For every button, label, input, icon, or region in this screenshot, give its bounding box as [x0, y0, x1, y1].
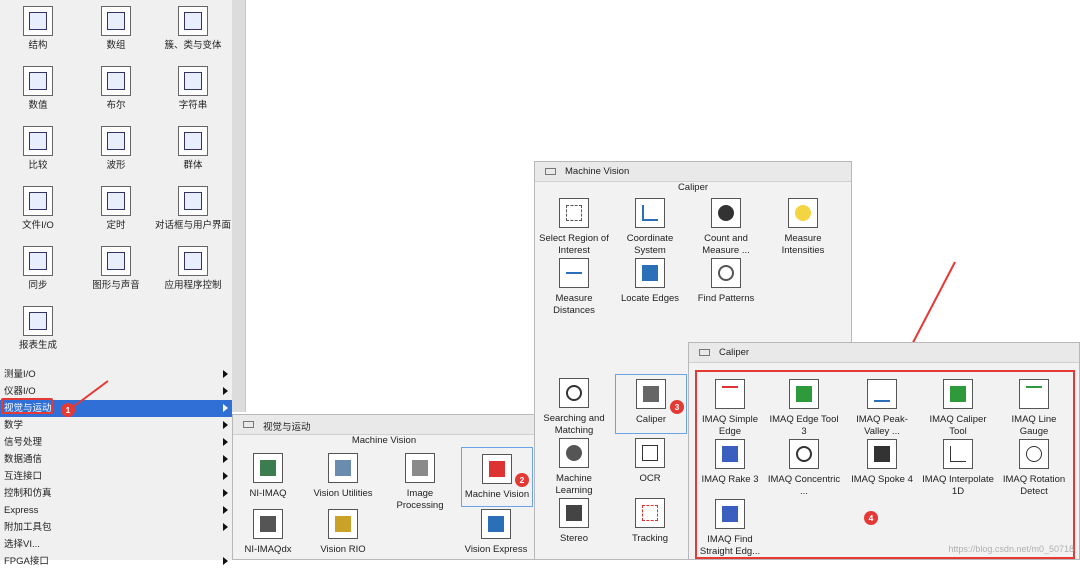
tile-searching-matching[interactable]: Searching and Matching [537, 378, 611, 437]
tile-imaq-caliper-tool[interactable]: IMAQ Caliper Tool [921, 379, 995, 438]
tile-ni-imaqdx[interactable]: NI-IMAQdx [231, 509, 305, 556]
distance-icon [559, 258, 589, 288]
interpolate-icon [943, 439, 973, 469]
watermark: https://blog.csdn.net/m0_50718 [948, 544, 1074, 554]
lightbulb-icon [788, 198, 818, 228]
step-badge: 4 [864, 511, 878, 525]
roi-icon [559, 198, 589, 228]
machine-vision-icon [482, 454, 512, 484]
vision-rio-icon [328, 509, 358, 539]
pin-icon[interactable] [545, 168, 556, 175]
vision-express-icon [481, 509, 511, 539]
camera-dx-icon [253, 509, 283, 539]
rake-icon [715, 439, 745, 469]
tile-vision-express[interactable]: Vision Express [459, 509, 533, 556]
camera-icon [253, 453, 283, 483]
panel-subtitle: Machine Vision [233, 435, 535, 446]
tile-select-roi[interactable]: Select Region of Interest [537, 198, 611, 257]
tile-imaq-interpolate[interactable]: IMAQ Interpolate 1D [921, 439, 995, 498]
step-badge: 3 [670, 400, 684, 414]
panel-title: Machine Vision [565, 166, 629, 177]
tile-imaq-line-gauge[interactable]: IMAQ Line Gauge [997, 379, 1071, 438]
panel-title: 视觉与运动 [263, 419, 311, 433]
concentric-icon [789, 439, 819, 469]
tile-tracking[interactable]: Tracking [613, 498, 687, 545]
count-measure-icon [711, 198, 741, 228]
pin-icon[interactable] [699, 349, 710, 356]
simple-edge-icon [715, 379, 745, 409]
pattern-icon [711, 258, 741, 288]
edge-tool-icon [789, 379, 819, 409]
edges-icon [635, 258, 665, 288]
vision-motion-panel: 视觉与运动 Machine Vision NI-IMAQ Vision Util… [232, 414, 536, 560]
tile-ocr[interactable]: OCR [613, 438, 687, 485]
panel-subtitle: Caliper [535, 182, 851, 193]
tile-locate-edges[interactable]: Locate Edges [613, 258, 687, 305]
tile-machine-learning[interactable]: Machine Learning [537, 438, 611, 497]
caliper-tool-icon [943, 379, 973, 409]
image-processing-icon [405, 453, 435, 483]
straight-edge-icon [715, 499, 745, 529]
tile-count-measure[interactable]: Count and Measure ... [689, 198, 763, 257]
line-gauge-icon [1019, 379, 1049, 409]
caliper-panel: Caliper IMAQ Simple Edge IMAQ Edge Tool … [688, 342, 1080, 560]
tile-ni-imaq[interactable]: NI-IMAQ [231, 453, 305, 500]
tile-vision-rio[interactable]: Vision RIO [306, 509, 380, 556]
tile-image-processing[interactable]: Image Processing [383, 453, 457, 512]
tile-coordinate-system[interactable]: Coordinate System [613, 198, 687, 257]
tile-imaq-peak-valley[interactable]: IMAQ Peak-Valley ... [845, 379, 919, 438]
tile-imaq-rotation-detect[interactable]: IMAQ Rotation Detect [997, 439, 1071, 498]
magnifier-icon [559, 378, 589, 408]
tile-imaq-concentric[interactable]: IMAQ Concentric ... [767, 439, 841, 498]
step-badge: 2 [515, 473, 529, 487]
spoke-icon [867, 439, 897, 469]
brain-icon [559, 438, 589, 468]
tile-vision-utilities[interactable]: Vision Utilities [306, 453, 380, 500]
tile-imaq-edge-tool[interactable]: IMAQ Edge Tool 3 [767, 379, 841, 438]
tile-measure-intensities[interactable]: Measure Intensities [766, 198, 840, 257]
rotation-detect-icon [1019, 439, 1049, 469]
vision-utilities-icon [328, 453, 358, 483]
pin-icon[interactable] [243, 421, 254, 428]
ocr-icon [635, 438, 665, 468]
tile-imaq-simple-edge[interactable]: IMAQ Simple Edge [693, 379, 767, 438]
caliper-icon [636, 379, 666, 409]
tile-imaq-find-straight-edge[interactable]: IMAQ Find Straight Edg... [693, 499, 767, 558]
peak-valley-icon [867, 379, 897, 409]
panel-title: Caliper [719, 347, 749, 358]
stereo-icon [559, 498, 589, 528]
tile-find-patterns[interactable]: Find Patterns [689, 258, 763, 305]
tile-imaq-spoke[interactable]: IMAQ Spoke 4 [845, 439, 919, 486]
tile-stereo[interactable]: Stereo [537, 498, 611, 545]
tile-imaq-rake[interactable]: IMAQ Rake 3 [693, 439, 767, 486]
coordinate-icon [635, 198, 665, 228]
tracking-icon [635, 498, 665, 528]
tile-measure-distances[interactable]: Measure Distances [537, 258, 611, 317]
